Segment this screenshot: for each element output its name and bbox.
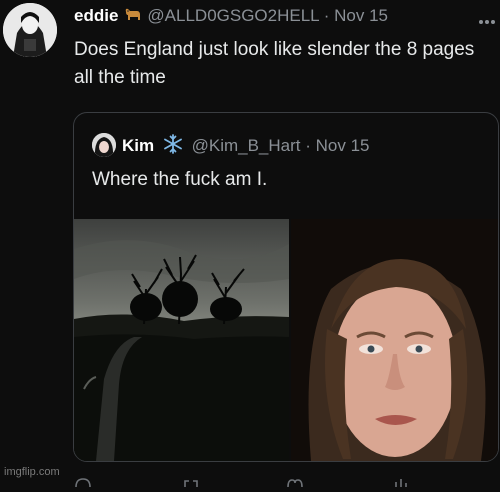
- avatar[interactable]: [3, 3, 57, 57]
- snowflake-icon: [163, 134, 183, 159]
- quoted-handle[interactable]: @Kim_B_Hart: [192, 136, 301, 155]
- timestamp[interactable]: Nov 15: [334, 6, 388, 25]
- quoted-avatar: [92, 133, 116, 157]
- retweet-icon[interactable]: [182, 474, 200, 487]
- reply-icon[interactable]: [74, 474, 92, 488]
- tweet-header: eddie @ALLD0GSGO2HELL · Nov 15: [74, 6, 388, 29]
- quoted-timestamp[interactable]: Nov 15: [316, 136, 370, 155]
- dog-icon: [123, 6, 143, 29]
- tweet-actions: [74, 474, 494, 488]
- quoted-tweet-header: Kim @Kim_B_Hart · Nov 15: [92, 133, 370, 159]
- tweet-text: Does England just look like slender the …: [74, 39, 475, 88]
- dark-landscape-photo[interactable]: [74, 219, 289, 461]
- display-name[interactable]: eddie: [74, 6, 118, 25]
- quoted-tweet-card[interactable]: Kim @Kim_B_Hart · Nov 15 Where the fuck …: [73, 112, 499, 462]
- quoted-display-name[interactable]: Kim: [122, 136, 154, 155]
- like-icon[interactable]: [286, 474, 304, 488]
- watermark: imgflip.com: [4, 466, 60, 478]
- more-icon[interactable]: [478, 12, 496, 30]
- quoted-separator: ·: [305, 136, 311, 155]
- quoted-tweet-text: Where the fuck am I.: [92, 169, 268, 190]
- views-icon[interactable]: [392, 474, 410, 487]
- selfie-photo[interactable]: [291, 219, 498, 461]
- separator: ·: [323, 6, 330, 25]
- handle[interactable]: @ALLD0GSGO2HELL: [147, 6, 319, 25]
